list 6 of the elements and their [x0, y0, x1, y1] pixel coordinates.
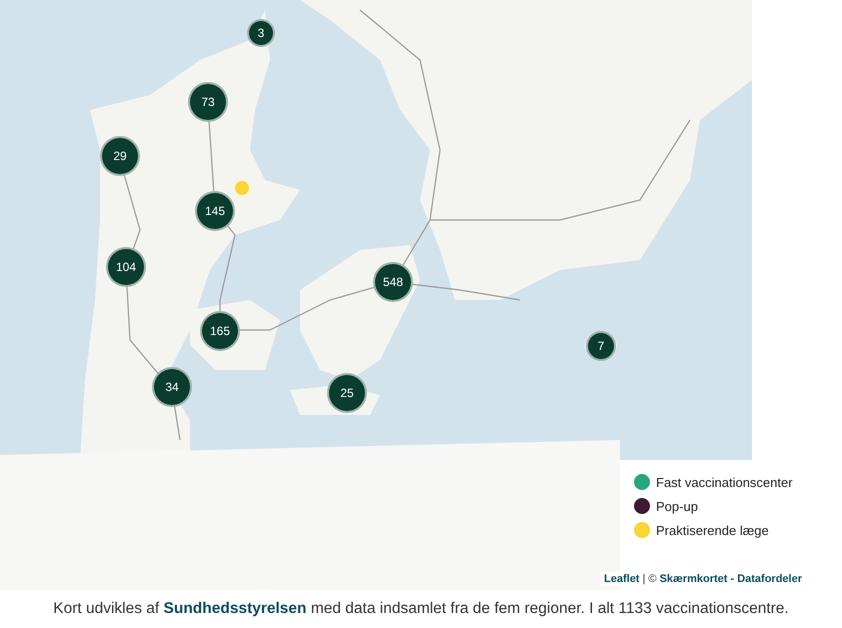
attribution-text: | © Skærmkortet - Datafordeler — [642, 573, 802, 585]
legend-label: Praktiserende læge — [656, 522, 769, 538]
legend-label: Pop-up — [656, 498, 698, 514]
attribution-link[interactable]: Leaflet — [604, 573, 640, 585]
caption-text: Kort udvikles af Sundhedsstyrelsen med data indsamlet fra de fem regioner. I alt 1133 vaccinationscentre. — [52, 599, 790, 618]
legend-label: Fast vaccinationscenter — [656, 474, 793, 490]
